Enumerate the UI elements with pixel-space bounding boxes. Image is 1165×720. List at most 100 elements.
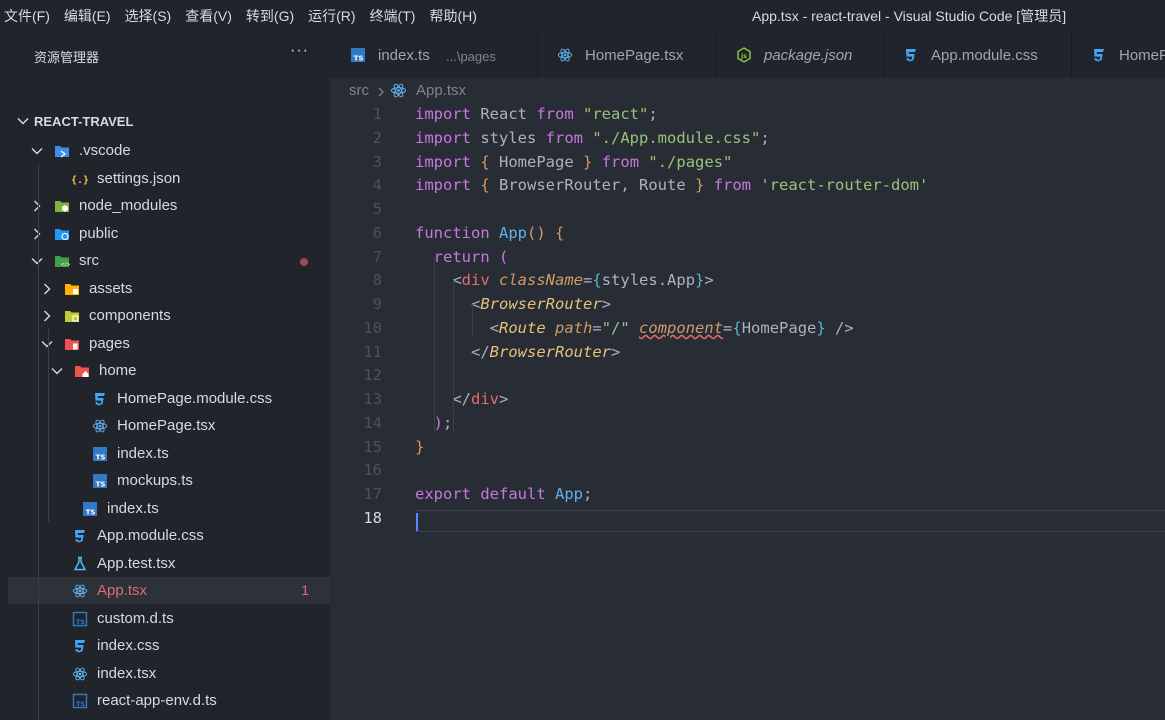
more-actions-button[interactable]: ··· <box>290 42 309 60</box>
modified-dot <box>300 258 308 266</box>
tree-item-label: assets <box>89 279 133 297</box>
css-icon <box>1091 47 1107 63</box>
code-token: } <box>695 271 705 290</box>
code-token: ; <box>648 105 658 123</box>
code-token: > <box>704 271 714 290</box>
tree-item[interactable]: TS index.ts <box>8 495 330 522</box>
code-line: return ( <box>415 248 509 266</box>
line-number: 1 <box>372 105 382 123</box>
code-token: } <box>695 176 705 195</box>
code-token: = <box>723 318 733 337</box>
editor-tab[interactable]: App.module.css <box>883 32 1072 78</box>
code-token: from <box>713 176 752 195</box>
tree-item[interactable]: App.tsx 1 <box>8 577 330 604</box>
chevron-right-icon <box>378 87 384 97</box>
menu-item[interactable]: 编辑(E) <box>60 0 121 32</box>
menu-item[interactable]: 帮助(H) <box>425 0 486 32</box>
react-icon <box>72 583 88 599</box>
tree-item[interactable]: TS custom.d.ts <box>8 605 330 632</box>
tree-item-label: home <box>99 362 137 379</box>
code-line: </BrowserRouter> <box>415 343 620 361</box>
editor-tab[interactable]: HomePa <box>1071 32 1165 78</box>
tree-item[interactable]: index.tsx <box>8 660 330 687</box>
tree-item[interactable]: public <box>8 220 330 247</box>
tree-item-label: pages <box>89 334 130 352</box>
project-root-row[interactable]: REACT-TRAVEL <box>8 110 330 134</box>
breadcrumb-folder[interactable]: src <box>349 82 369 99</box>
code-token: import <box>415 176 471 195</box>
svg-text:TS: TS <box>96 481 106 489</box>
code-editor[interactable]: 1 2 3 4 5 6 7 8 9 10 11 12 13 14 15 16 17 18 import React … <box>330 104 1165 720</box>
code-token: default <box>480 485 546 503</box>
menu-item[interactable]: 文件(F) <box>0 0 60 32</box>
menu-item[interactable]: 选择(S) <box>121 0 182 32</box>
tree-item-label: src <box>79 252 99 269</box>
tree-item[interactable]: index.css <box>8 632 330 659</box>
breadcrumb-file[interactable]: App.tsx <box>416 82 466 99</box>
components-folder-icon <box>64 308 80 324</box>
menu-item[interactable]: 终端(T) <box>366 0 426 32</box>
project-name: REACT-TRAVEL <box>34 114 134 129</box>
editor-tab[interactable]: TS index.ts ...\pages <box>330 32 538 78</box>
react-icon <box>72 666 88 682</box>
code-line: function App() { <box>415 224 564 242</box>
line-number: 8 <box>372 271 382 290</box>
code-token: App <box>499 223 527 242</box>
line-number: 15 <box>363 437 382 456</box>
line-number: 13 <box>363 390 382 408</box>
tree-item-label: public <box>79 224 119 242</box>
code-token: > <box>601 295 612 313</box>
tree-item[interactable]: pages <box>8 330 330 357</box>
line-number: 16 <box>363 461 382 480</box>
tree-item[interactable]: TS react-app-env.d.ts <box>8 687 330 714</box>
tree-item[interactable]: components <box>8 302 330 329</box>
code-token: = <box>583 271 593 290</box>
menu-item[interactable]: 查看(V) <box>181 0 242 32</box>
tree-item[interactable]: App.module.css <box>8 522 330 549</box>
code-token: </ <box>452 390 471 408</box>
indent-guide <box>38 164 39 720</box>
tree-item[interactable]: TSreportWebVitals.ts <box>8 715 330 720</box>
tree-item-label: react-app-env.d.ts <box>97 692 217 709</box>
code-token: BrowserRouter <box>480 295 602 313</box>
tree-item[interactable]: App.test.tsx <box>8 550 330 577</box>
title-bar: 文件(F) 编辑(E) 选择(S) 查看(V) 转到(G) 运行(R) 终端(T) 帮助(H)… <box>0 0 1165 32</box>
editor-tab[interactable]: HomePage.tsx <box>537 32 717 78</box>
tree-item[interactable]: HomePage.module.css <box>8 385 330 412</box>
node-folder-icon <box>54 198 70 214</box>
menu-item[interactable]: 转到(G) <box>242 0 304 32</box>
tree-item[interactable]: assets <box>8 275 330 302</box>
code-token: div <box>471 390 499 408</box>
code-token: "/" <box>601 318 630 337</box>
menu-item[interactable]: 运行(R) <box>304 0 365 32</box>
code-token: </ <box>471 342 490 361</box>
tree-item[interactable]: {.} settings.json <box>8 165 330 192</box>
tree-item[interactable]: .vscode <box>8 137 330 164</box>
svg-text:TS: TS <box>76 700 85 708</box>
json-icon: {.} <box>71 171 89 187</box>
tree-item-label: index.css <box>97 637 160 654</box>
code-line: <Route path="/" component={HomePage} /> <box>415 319 854 337</box>
tree-item[interactable]: TS index.ts <box>8 440 330 467</box>
tab-description: ...\pages <box>446 49 496 64</box>
tree-item[interactable]: HomePage.tsx <box>8 412 330 439</box>
typescript-icon: TS <box>92 473 108 489</box>
code-token: { <box>480 176 490 195</box>
chevron-right-icon <box>44 283 51 294</box>
tree-item[interactable]: </> src <box>8 247 330 274</box>
chevron-down-icon <box>41 340 53 347</box>
tree-item[interactable]: TS mockups.ts <box>8 467 330 494</box>
editor-tab[interactable]: js package.json <box>716 32 884 78</box>
code-line: import styles from "./App.module.css"; <box>415 129 770 147</box>
tree-item[interactable]: node_modules <box>8 192 330 219</box>
tree-item[interactable]: home <box>8 357 330 384</box>
code-token: from <box>536 105 574 123</box>
